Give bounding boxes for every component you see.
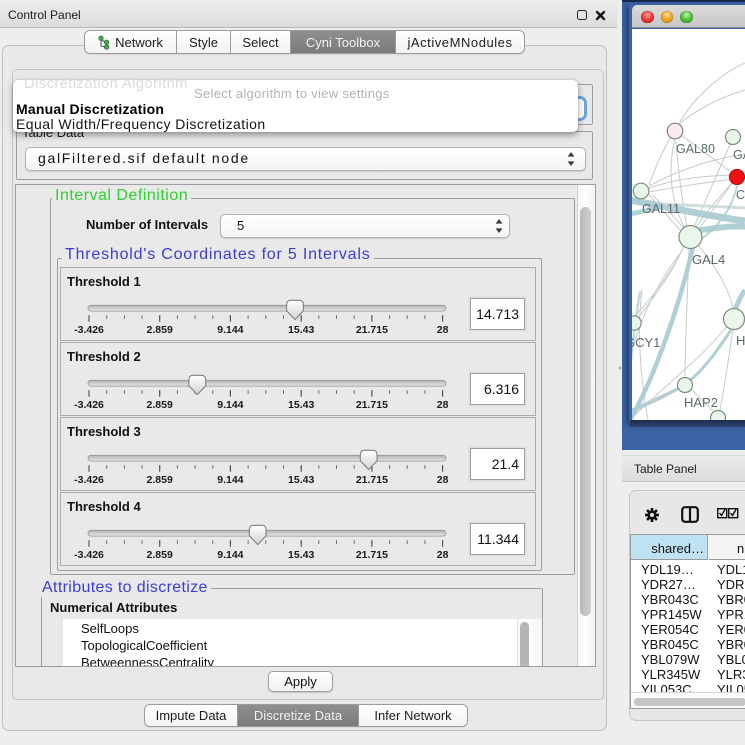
svg-text:-3.426: -3.426 bbox=[74, 474, 104, 486]
svg-text:GAL8: GAL8 bbox=[733, 148, 745, 162]
svg-text:2.859: 2.859 bbox=[147, 399, 173, 411]
svg-text:2.859: 2.859 bbox=[147, 474, 173, 486]
svg-text:28: 28 bbox=[437, 474, 449, 486]
svg-text:2.859: 2.859 bbox=[147, 324, 173, 336]
svg-text:GAL80: GAL80 bbox=[676, 142, 715, 156]
svg-text:15.43: 15.43 bbox=[288, 399, 314, 411]
svg-text:9.144: 9.144 bbox=[217, 399, 243, 411]
svg-text:15.43: 15.43 bbox=[288, 549, 314, 561]
svg-text:28: 28 bbox=[437, 549, 449, 561]
svg-text:21.715: 21.715 bbox=[356, 474, 388, 486]
svg-text:2.859: 2.859 bbox=[147, 549, 173, 561]
svg-text:-3.426: -3.426 bbox=[74, 399, 104, 411]
svg-text:GCY1: GCY1 bbox=[632, 335, 660, 350]
svg-text:GAL11: GAL11 bbox=[642, 202, 680, 216]
svg-text:21.715: 21.715 bbox=[356, 549, 388, 561]
svg-text:15.43: 15.43 bbox=[288, 324, 314, 336]
svg-text:21.715: 21.715 bbox=[356, 399, 388, 411]
svg-text:H: H bbox=[736, 333, 745, 348]
svg-text:9.144: 9.144 bbox=[217, 549, 243, 561]
svg-text:21.715: 21.715 bbox=[356, 324, 388, 336]
svg-text:15.43: 15.43 bbox=[288, 474, 314, 486]
svg-text:GAL4: GAL4 bbox=[692, 252, 725, 267]
svg-text:HAP2: HAP2 bbox=[684, 395, 718, 410]
svg-text:9.144: 9.144 bbox=[217, 474, 243, 486]
svg-text:-3.426: -3.426 bbox=[74, 324, 104, 336]
svg-text:28: 28 bbox=[437, 399, 449, 411]
svg-text:9.144: 9.144 bbox=[217, 324, 243, 336]
svg-text:CD: CD bbox=[736, 188, 745, 202]
svg-text:28: 28 bbox=[437, 324, 449, 336]
svg-text:-3.426: -3.426 bbox=[74, 549, 104, 561]
